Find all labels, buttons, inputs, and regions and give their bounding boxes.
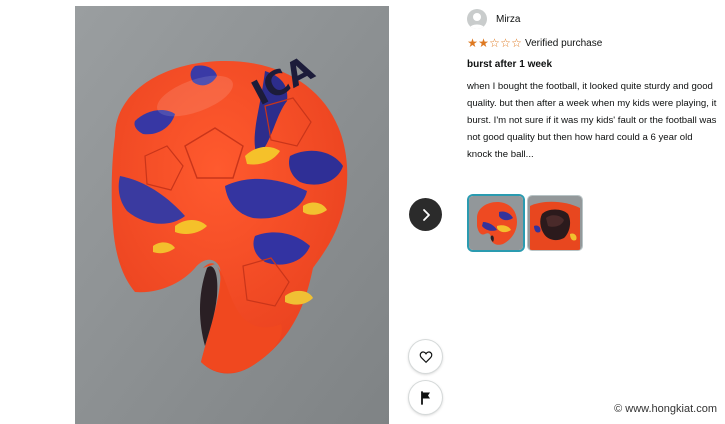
burst-football-thumbnail <box>469 196 523 250</box>
copyright-icon: © <box>614 403 623 415</box>
reviewer-name: Mirza <box>496 13 521 25</box>
main-review-photo[interactable]: ICA <box>75 6 389 424</box>
reviewer-profile[interactable]: Mirza <box>467 8 717 30</box>
star-rating: ★ ★ ☆ ☆ ☆ <box>467 37 522 49</box>
burst-football-photo: ICA <box>75 6 389 424</box>
watermark-text: www.hongkiat.com <box>625 403 717 415</box>
star-empty-icon: ☆ <box>500 36 511 50</box>
star-empty-icon: ☆ <box>511 36 522 50</box>
next-image-button[interactable] <box>409 198 442 231</box>
review-body: when I bought the football, it looked qu… <box>467 81 717 160</box>
review-image-thumbnails <box>469 196 582 250</box>
rating-row: ★ ★ ☆ ☆ ☆ Verified purchase <box>467 36 717 50</box>
like-button[interactable] <box>409 340 442 373</box>
verified-purchase-badge: Verified purchase <box>525 37 603 49</box>
review-panel: Mirza ★ ★ ☆ ☆ ☆ Verified purchase burst afte… <box>467 8 717 163</box>
report-button[interactable] <box>409 381 442 414</box>
review-title: burst after 1 week <box>467 59 553 70</box>
star-filled-icon: ★ <box>478 36 489 50</box>
thumbnail-2[interactable] <box>528 196 582 250</box>
thumbnail-1[interactable] <box>469 196 523 250</box>
star-empty-icon: ☆ <box>489 36 500 50</box>
heart-icon <box>419 350 432 363</box>
review-media-viewer: ICA Mirza ★ ★ ☆ ☆ ☆ Verified purchase bu… <box>0 0 725 424</box>
chevron-right-icon <box>422 208 430 221</box>
star-filled-icon: ★ <box>467 36 478 50</box>
flag-icon <box>420 390 430 405</box>
football-hole-thumbnail <box>528 196 582 250</box>
user-avatar-icon <box>467 9 487 29</box>
watermark: © www.hongkiat.com <box>614 403 717 415</box>
